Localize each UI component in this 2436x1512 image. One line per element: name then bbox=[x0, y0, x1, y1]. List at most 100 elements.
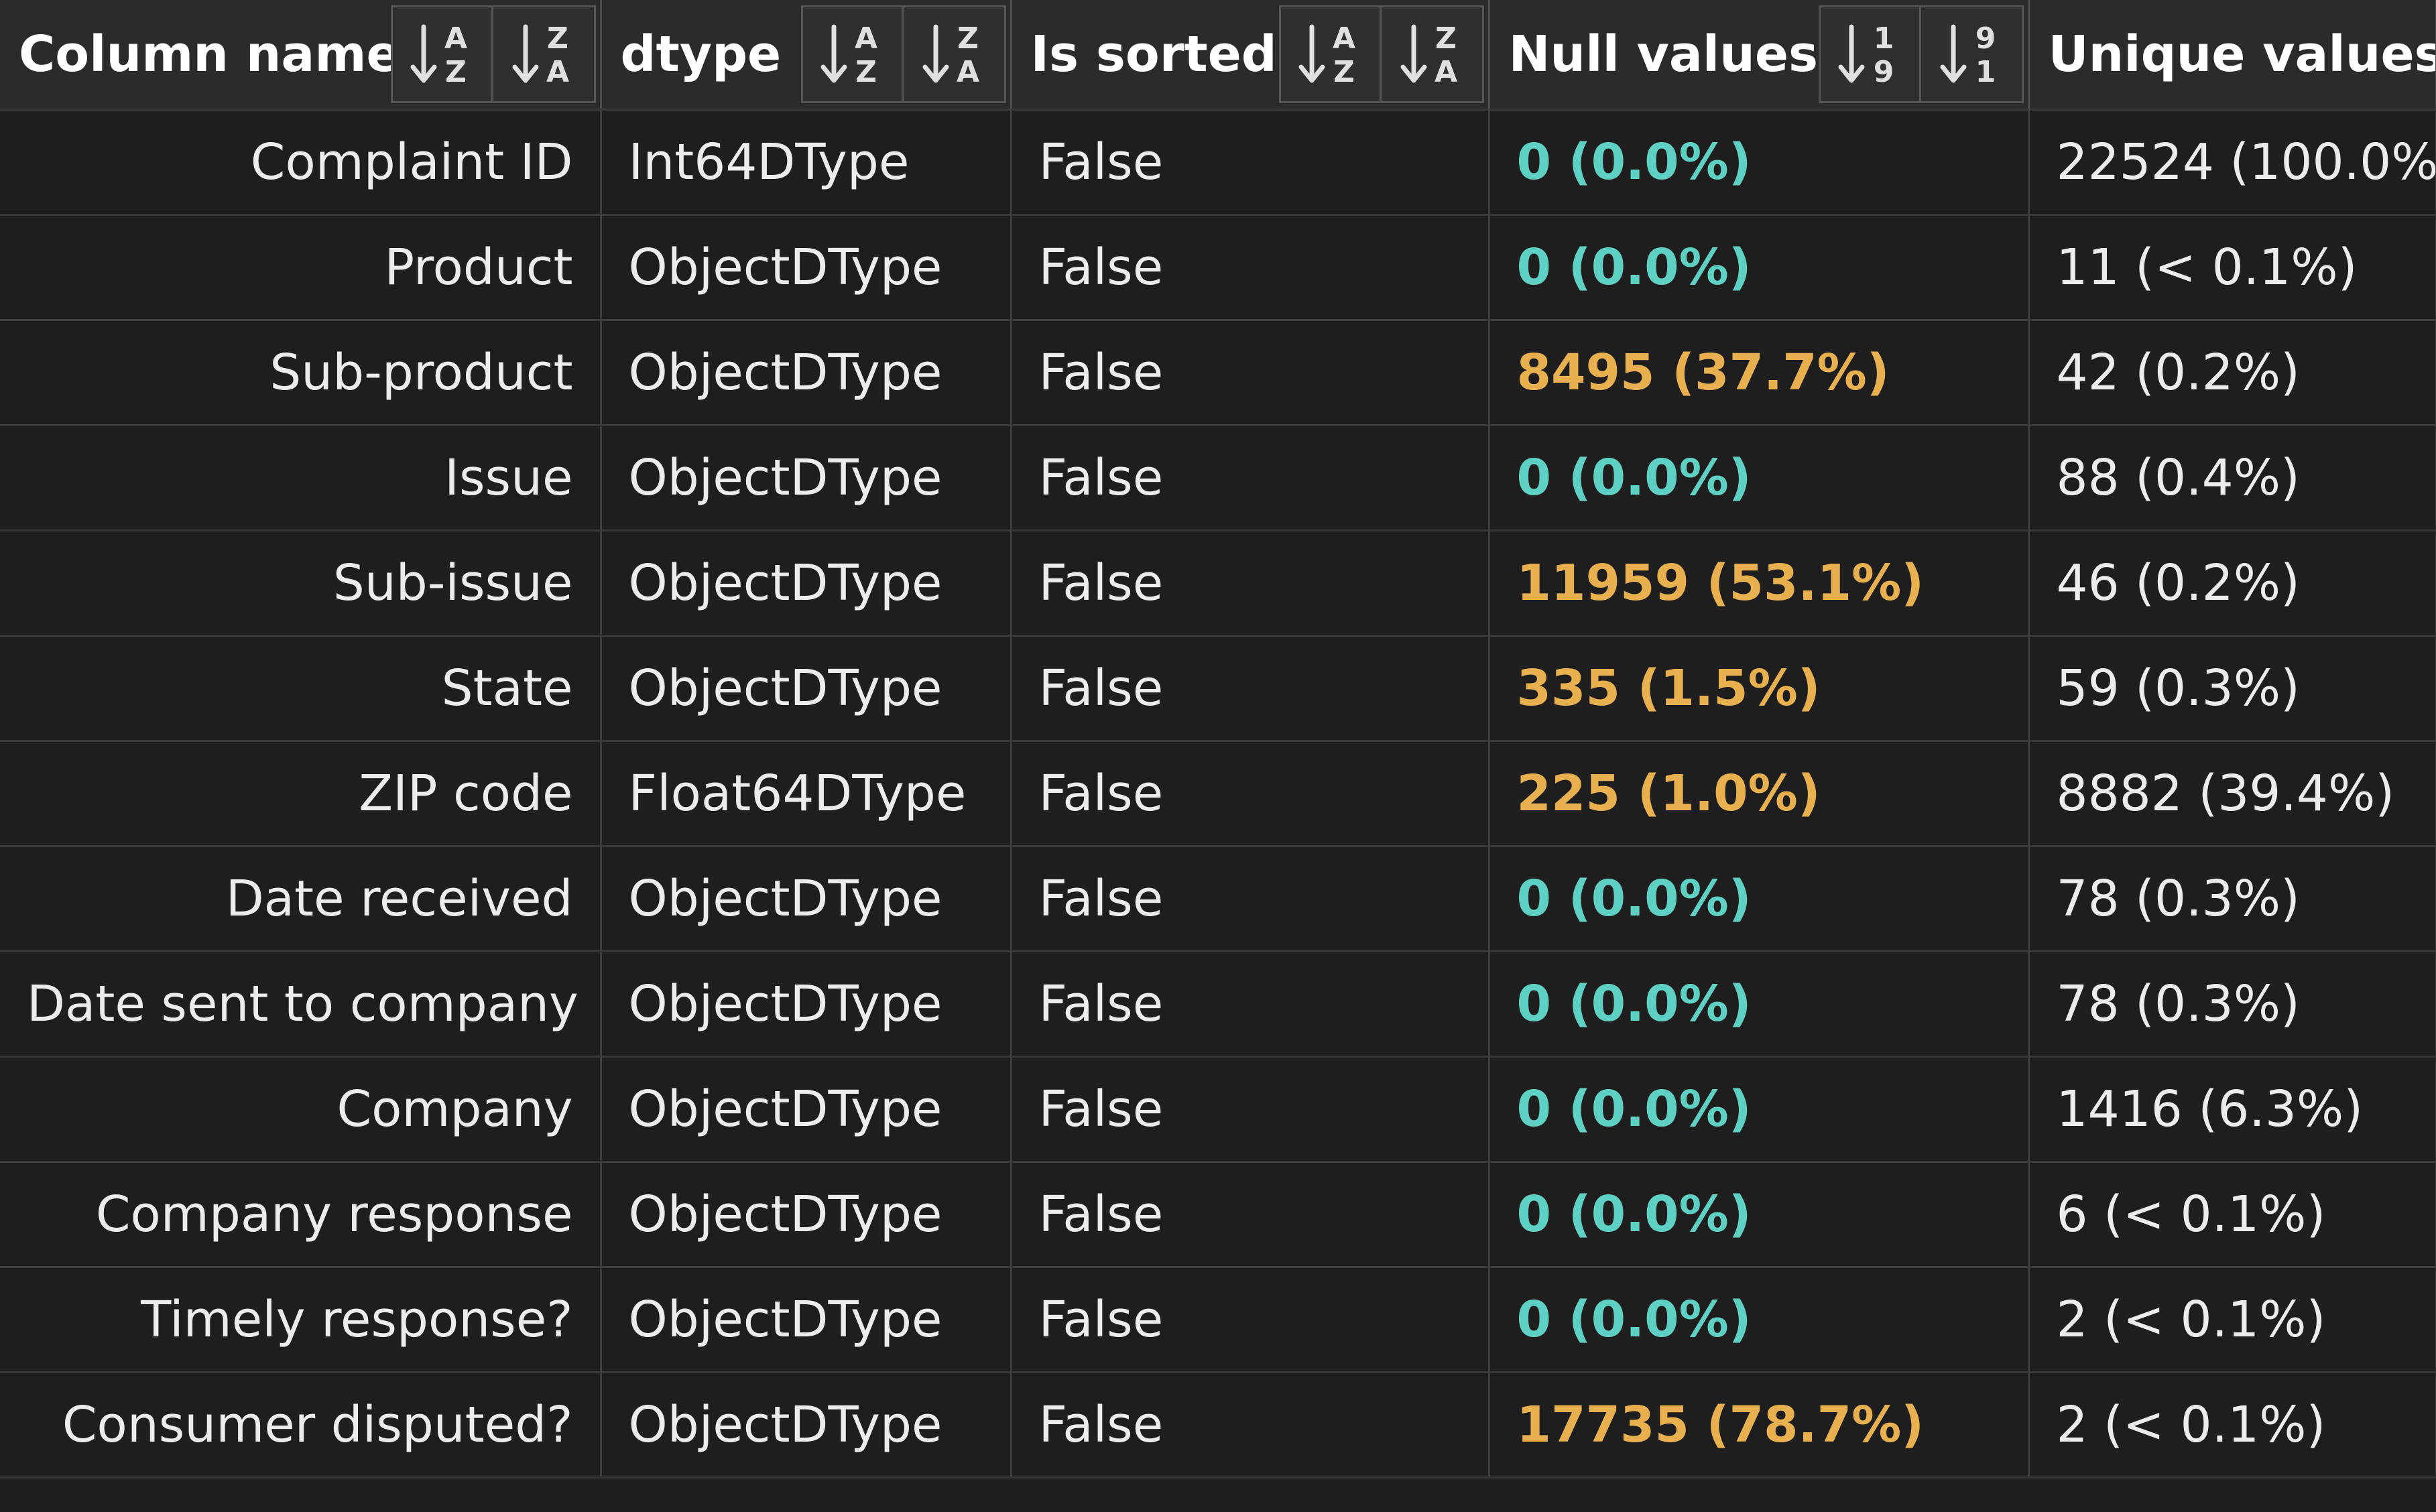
column-name-cell: Issue bbox=[0, 425, 602, 531]
svg-text:A: A bbox=[855, 21, 877, 56]
dtype-cell: ObjectDType bbox=[601, 1372, 1012, 1478]
is-sorted-cell: False bbox=[1011, 1056, 1490, 1163]
table-row: Issue ObjectDType False 0 (0.0%) 88 (0.4%) bbox=[0, 425, 2436, 531]
null-values-cell: 0 (0.0%) bbox=[1489, 109, 2030, 216]
null-values-sort-group: 19 91 bbox=[1818, 5, 2024, 103]
dtype-cell: ObjectDType bbox=[601, 1267, 1012, 1373]
dtype-cell: Int64DType bbox=[601, 109, 1012, 216]
column-name-cell: Company bbox=[0, 1056, 602, 1163]
is-sorted-cell: False bbox=[1011, 1161, 1490, 1268]
svg-text:Z: Z bbox=[855, 55, 877, 89]
column-name-cell: Company response bbox=[0, 1161, 602, 1268]
column-name-cell: Product bbox=[0, 214, 602, 321]
table-row: Date received ObjectDType False 0 (0.0%) 78 … bbox=[0, 846, 2436, 952]
table-row: Complaint ID Int64DType False 0 (0.0%) 22524… bbox=[0, 109, 2436, 216]
null-values-cell: 0 (0.0%) bbox=[1489, 1267, 2030, 1373]
column-name-cell: Sub-issue bbox=[0, 530, 602, 637]
svg-text:Z: Z bbox=[1333, 55, 1355, 89]
unique-values-cell: 2 (< 0.1%) bbox=[2028, 1267, 2436, 1373]
column-name-cell: Sub-product bbox=[0, 320, 602, 426]
null-values-cell: 335 (1.5%) bbox=[1489, 635, 2030, 742]
unique-values-cell: 8882 (39.4%) bbox=[2028, 741, 2436, 847]
column-stats-table: Column name AZ ZA dtype AZ ZA Is sorted … bbox=[0, 0, 2436, 1478]
dtype-header-label: dtype bbox=[620, 25, 782, 83]
unique-values-cell: 22524 (100.0%) bbox=[2028, 109, 2436, 216]
unique-values-header: Unique values bbox=[2028, 0, 2436, 111]
unique-values-cell: 78 (0.3%) bbox=[2028, 951, 2436, 1058]
svg-text:Z: Z bbox=[547, 21, 568, 56]
unique-values-cell: 88 (0.4%) bbox=[2028, 425, 2436, 531]
is-sorted-cell: False bbox=[1011, 425, 1490, 531]
svg-text:A: A bbox=[444, 21, 467, 56]
stats-table-panel: Column name AZ ZA dtype AZ ZA Is sorted … bbox=[0, 0, 2436, 1512]
dtype-cell: ObjectDType bbox=[601, 846, 1012, 952]
svg-text:Z: Z bbox=[957, 21, 979, 56]
is-sorted-cell: False bbox=[1011, 320, 1490, 426]
table-row: Product ObjectDType False 0 (0.0%) 11 (< 0.1… bbox=[0, 214, 2436, 321]
dtype-cell: ObjectDType bbox=[601, 951, 1012, 1058]
column-name-sort-group: AZ ZA bbox=[390, 5, 596, 103]
unique-values-cell: 2 (< 0.1%) bbox=[2028, 1372, 2436, 1478]
column-name-cell: Date received bbox=[0, 846, 602, 952]
dtype-cell: ObjectDType bbox=[601, 320, 1012, 426]
sort-z-a-icon[interactable]: ZA bbox=[493, 7, 594, 101]
null-values-cell: 0 (0.0%) bbox=[1489, 425, 2030, 531]
is-sorted-cell: False bbox=[1011, 741, 1490, 847]
dtype-cell: ObjectDType bbox=[601, 530, 1012, 637]
unique-values-cell: 1416 (6.3%) bbox=[2028, 1056, 2436, 1163]
column-name-header: Column name AZ ZA bbox=[0, 0, 602, 111]
is-sorted-header: Is sorted AZ ZA bbox=[1011, 0, 1490, 111]
null-values-cell: 11959 (53.1%) bbox=[1489, 530, 2030, 637]
is-sorted-cell: False bbox=[1011, 214, 1490, 321]
column-name-cell: Complaint ID bbox=[0, 109, 602, 216]
header-row: Column name AZ ZA dtype AZ ZA Is sorted … bbox=[0, 0, 2436, 111]
sort-a-z-icon[interactable]: AZ bbox=[802, 7, 904, 101]
dtype-header: dtype AZ ZA bbox=[601, 0, 1012, 111]
is-sorted-cell: False bbox=[1011, 109, 1490, 216]
null-values-cell: 0 (0.0%) bbox=[1489, 1161, 2030, 1268]
svg-text:9: 9 bbox=[1874, 55, 1894, 89]
null-values-cell: 0 (0.0%) bbox=[1489, 1056, 2030, 1163]
svg-text:1: 1 bbox=[1874, 21, 1894, 56]
null-values-header-label: Null values bbox=[1508, 25, 1819, 83]
sort-9-1-icon[interactable]: 91 bbox=[1921, 7, 2022, 101]
sort-1-9-icon[interactable]: 19 bbox=[1820, 7, 1921, 101]
column-name-cell: Date sent to company bbox=[0, 951, 602, 1058]
dtype-cell: ObjectDType bbox=[601, 1056, 1012, 1163]
null-values-header: Null values 19 91 bbox=[1489, 0, 2030, 111]
svg-text:A: A bbox=[546, 55, 568, 89]
unique-values-header-label: Unique values bbox=[2048, 25, 2435, 83]
svg-text:A: A bbox=[1333, 21, 1355, 56]
dtype-cell: ObjectDType bbox=[601, 635, 1012, 742]
table-row: Sub-issue ObjectDType False 11959 (53.1%) 46… bbox=[0, 530, 2436, 637]
is-sorted-cell: False bbox=[1011, 846, 1490, 952]
is-sorted-header-label: Is sorted bbox=[1030, 25, 1277, 83]
null-values-cell: 0 (0.0%) bbox=[1489, 951, 2030, 1058]
sort-a-z-icon[interactable]: AZ bbox=[392, 7, 493, 101]
is-sorted-cell: False bbox=[1011, 635, 1490, 742]
table-row: Timely response? ObjectDType False 0 (0.0%)… bbox=[0, 1267, 2436, 1373]
null-values-cell: 17735 (78.7%) bbox=[1489, 1372, 2030, 1478]
table-row: Consumer disputed? ObjectDType False 17735 … bbox=[0, 1372, 2436, 1478]
table-row: Sub-product ObjectDType False 8495 (37.7%) 4… bbox=[0, 320, 2436, 426]
unique-values-cell: 46 (0.2%) bbox=[2028, 530, 2436, 637]
unique-values-cell: 59 (0.3%) bbox=[2028, 635, 2436, 742]
is-sorted-cell: False bbox=[1011, 1267, 1490, 1373]
svg-text:1: 1 bbox=[1975, 55, 1996, 89]
unique-values-cell: 11 (< 0.1%) bbox=[2028, 214, 2436, 321]
dtype-cell: ObjectDType bbox=[601, 1161, 1012, 1268]
sort-z-a-icon[interactable]: ZA bbox=[903, 7, 1004, 101]
column-name-cell: ZIP code bbox=[0, 741, 602, 847]
svg-text:Z: Z bbox=[445, 55, 467, 89]
sort-z-a-icon[interactable]: ZA bbox=[1381, 7, 1482, 101]
svg-text:A: A bbox=[956, 55, 979, 89]
column-name-cell: Timely response? bbox=[0, 1267, 602, 1373]
svg-text:A: A bbox=[1434, 55, 1457, 89]
null-values-cell: 225 (1.0%) bbox=[1489, 741, 2030, 847]
sort-a-z-icon[interactable]: AZ bbox=[1280, 7, 1382, 101]
table-row: Date sent to company ObjectDType False 0 (0… bbox=[0, 951, 2436, 1058]
unique-values-cell: 6 (< 0.1%) bbox=[2028, 1161, 2436, 1268]
null-values-cell: 0 (0.0%) bbox=[1489, 214, 2030, 321]
table-row: Company ObjectDType False 0 (0.0%) 1416 (6.3… bbox=[0, 1056, 2436, 1163]
svg-text:9: 9 bbox=[1975, 21, 1996, 56]
